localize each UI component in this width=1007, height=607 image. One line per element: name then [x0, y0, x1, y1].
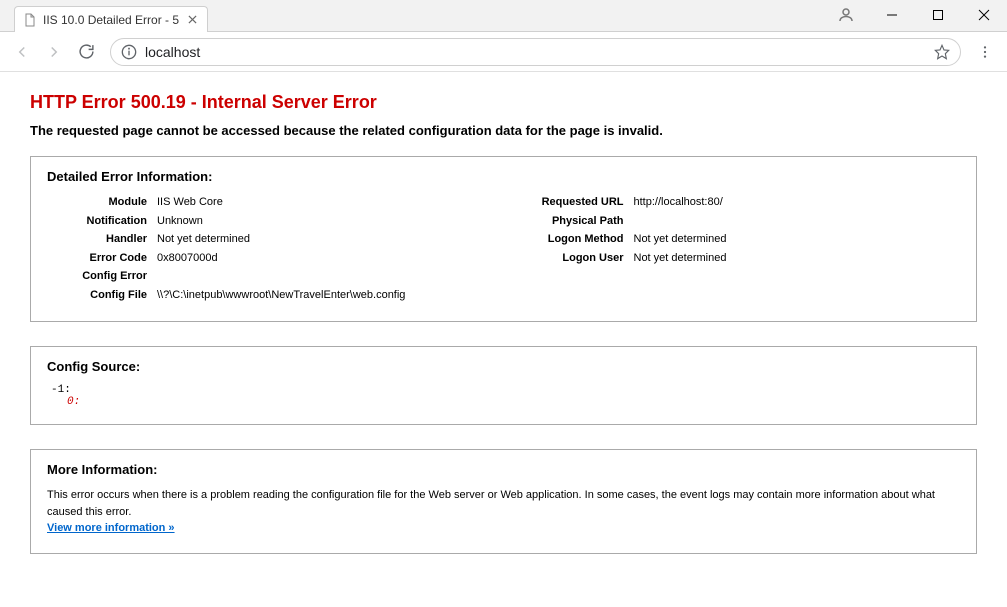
config-source-section: Config Source: -1: 0:	[30, 346, 977, 425]
file-icon	[23, 13, 37, 27]
forward-button[interactable]	[40, 38, 68, 66]
window-controls	[823, 0, 1007, 30]
detail-label: Logon Method	[524, 231, 634, 248]
detail-label: Notification	[47, 213, 157, 230]
error-heading: HTTP Error 500.19 - Internal Server Erro…	[30, 92, 977, 113]
detail-value: \\?\C:\inetpub\wwwroot\NewTravelEnter\we…	[157, 287, 484, 304]
detail-label: Config File	[47, 287, 157, 304]
close-window-button[interactable]	[961, 0, 1007, 30]
tab-title: IIS 10.0 Detailed Error - 5	[43, 13, 179, 27]
browser-menu-button[interactable]	[971, 38, 999, 66]
detail-value: Not yet determined	[157, 231, 484, 248]
url-input[interactable]	[145, 44, 926, 60]
detail-value: http://localhost:80/	[634, 194, 961, 211]
detail-value	[157, 268, 484, 285]
detail-value: Not yet determined	[634, 250, 961, 267]
section-title: More Information:	[47, 462, 960, 477]
user-menu-icon[interactable]	[823, 0, 869, 30]
section-title: Detailed Error Information:	[47, 169, 960, 184]
error-subheading: The requested page cannot be accessed be…	[30, 123, 977, 138]
minimize-button[interactable]	[869, 0, 915, 30]
detailed-error-section: Detailed Error Information: ModuleIIS We…	[30, 156, 977, 322]
browser-tab[interactable]: IIS 10.0 Detailed Error - 5	[14, 6, 208, 32]
detail-label: Error Code	[47, 250, 157, 267]
url-bar	[0, 32, 1007, 72]
detail-label: Logon User	[524, 250, 634, 267]
back-button[interactable]	[8, 38, 36, 66]
config-source-line: 0:	[51, 396, 960, 408]
bookmark-star-icon[interactable]	[934, 44, 950, 60]
detail-label: Config Error	[47, 268, 157, 285]
detail-value: 0x8007000d	[157, 250, 484, 267]
site-info-icon[interactable]	[121, 44, 137, 60]
detail-value: Unknown	[157, 213, 484, 230]
reload-button[interactable]	[72, 38, 100, 66]
detail-label: Module	[47, 194, 157, 211]
close-tab-icon[interactable]	[185, 13, 199, 27]
detail-label: Handler	[47, 231, 157, 248]
omnibox[interactable]	[110, 38, 961, 66]
config-source-line: -1:	[51, 384, 960, 396]
more-information-section: More Information: This error occurs when…	[30, 449, 977, 554]
more-info-text: This error occurs when there is a proble…	[47, 489, 935, 518]
maximize-button[interactable]	[915, 0, 961, 30]
section-title: Config Source:	[47, 359, 960, 374]
detail-label: Requested URL	[524, 194, 634, 211]
detail-value: IIS Web Core	[157, 194, 484, 211]
detail-value: Not yet determined	[634, 231, 961, 248]
view-more-link[interactable]: View more information »	[47, 522, 175, 534]
page-content: HTTP Error 500.19 - Internal Server Erro…	[0, 72, 1007, 607]
detail-value	[634, 213, 961, 230]
detail-label: Physical Path	[524, 213, 634, 230]
